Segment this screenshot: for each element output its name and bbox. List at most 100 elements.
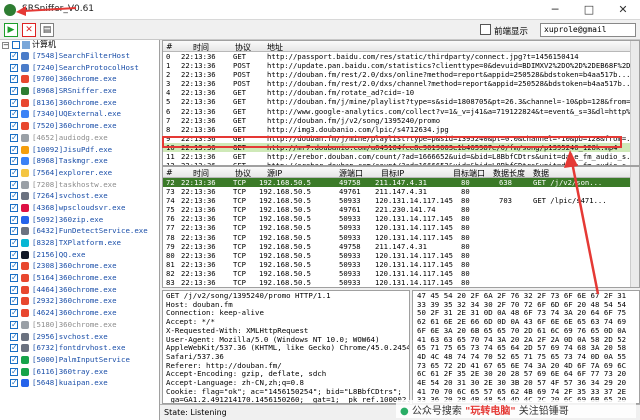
request-row[interactable]: 9 22:13:36 GET http://douban.fm/j/mine/play… (163, 134, 639, 143)
hex-view[interactable]: 47 45 54 20 2F 6A 2F 76 32 2F 73 6F 6E 6… (412, 290, 640, 404)
process-checkbox[interactable] (10, 120, 18, 132)
process-item[interactable]: [6732]fontdrvhost.exe (0, 342, 159, 354)
process-item[interactable]: [7564]explorer.exe (0, 167, 159, 179)
process-item[interactable]: [2932]360chrome.exe (0, 295, 159, 307)
packet-row[interactable]: 81 22:13:36 TCP 192.168.50.5 50933 120.131.14… (163, 260, 639, 269)
process-checkbox[interactable] (10, 73, 18, 85)
packet-row[interactable]: 75 22:13:36 TCP 192.168.50.5 49761 221.230.14… (163, 205, 639, 214)
process-checkbox[interactable] (10, 190, 18, 202)
process-checkbox[interactable] (10, 225, 18, 237)
request-detail-text[interactable]: GET /j/v2/song/1395240/promo HTTP/1.1 Ho… (163, 291, 409, 403)
process-checkbox[interactable] (10, 155, 18, 167)
hex-view-text[interactable]: 47 45 54 20 2F 6A 2F 76 32 2F 73 6F 6E 6… (413, 291, 639, 403)
minimize-button[interactable]: ─ (538, 0, 572, 20)
packet-row[interactable]: 80 22:13:36 TCP 192.168.50.5 50933 120.131.14… (163, 251, 639, 260)
packet-row[interactable]: 74 22:13:36 TCP 192.168.50.5 50933 120.131.14… (163, 196, 639, 205)
process-item[interactable]: [7208]taskhostw.exe (0, 179, 159, 190)
packet-row[interactable]: 77 22:13:36 TCP 192.168.50.5 50933 120.131.14… (163, 223, 639, 232)
col-index[interactable]: # (166, 42, 173, 51)
request-list-scrollbar[interactable] (630, 41, 639, 165)
process-checkbox[interactable] (10, 319, 18, 331)
process-item[interactable]: [7340]UQExternal.exe (0, 108, 159, 120)
stop-capture-button[interactable]: ✕ (22, 23, 36, 37)
process-checkbox[interactable] (10, 144, 18, 155)
packet-row[interactable]: 76 22:13:36 TCP 192.168.50.5 50933 120.131.14… (163, 214, 639, 223)
process-item[interactable]: [2308]360chrome.exe (0, 260, 159, 272)
front-display-checkbox[interactable] (480, 24, 491, 35)
process-item[interactable]: [8968]SRSniffer.exe (0, 85, 159, 97)
request-row[interactable]: 0 22:13:36 GET http://passport.baidu.com/re… (163, 52, 639, 61)
request-row[interactable]: 7 22:13:36 GET http://douban.fm/j/v2/song/1… (163, 116, 639, 125)
process-item[interactable]: [6116]360tray.exe (0, 366, 159, 377)
tree-root[interactable]: − 计算机 (0, 40, 159, 50)
request-row[interactable]: 11 22:13:36 GET http://erebor.douban.com/co… (163, 152, 639, 161)
process-item[interactable]: [9700]360chrome.exe (0, 73, 159, 85)
process-checkbox[interactable] (10, 342, 18, 354)
process-item[interactable]: [2956]svchost.exe (0, 331, 159, 342)
process-checkbox[interactable] (10, 284, 18, 295)
col-index[interactable]: # (166, 168, 173, 177)
packet-row[interactable]: 78 22:13:36 TCP 192.168.50.5 50933 120.131.14… (163, 233, 639, 242)
start-capture-button[interactable]: ▶ (4, 23, 18, 37)
process-checkbox[interactable] (10, 179, 18, 190)
process-item[interactable]: [5000]PalmInputService (0, 354, 159, 366)
process-checkbox[interactable] (10, 366, 18, 377)
collapse-icon[interactable]: − (2, 42, 9, 49)
process-item[interactable]: [5648]kuaipan.exe (0, 377, 159, 389)
packet-row[interactable]: 79 22:13:36 TCP 192.168.50.5 49758 211.147.4.… (163, 242, 639, 251)
process-item[interactable]: [4368]wpscloudsvr.exe (0, 202, 159, 214)
process-checkbox[interactable] (10, 97, 18, 108)
process-checkbox[interactable] (10, 202, 18, 214)
process-item[interactable]: [8328]TXPlatform.exe (0, 237, 159, 249)
packet-row[interactable]: 82 22:13:36 TCP 192.168.50.5 50933 120.131.14… (163, 269, 639, 278)
process-item[interactable]: [4652]audiodg.exe (0, 132, 159, 144)
user-field[interactable]: xuprole@gmail (540, 23, 636, 37)
request-row[interactable]: 10 22:13:36 GET http://mr7.doubanio.com/a04… (163, 142, 639, 153)
close-button[interactable]: ✕ (606, 0, 640, 20)
process-item[interactable]: [7264]svchost.exe (0, 190, 159, 202)
process-checkbox[interactable] (10, 214, 18, 225)
request-row[interactable]: 6 22:13:36 GET http://www.google-analytics.… (163, 107, 639, 116)
process-checkbox[interactable] (10, 85, 18, 97)
packet-list[interactable]: # 时间 协议 源IP 源端口 目标IP 目标端口 数据长度 数据 72 22:1… (162, 166, 640, 288)
root-checkbox[interactable] (12, 41, 20, 49)
request-row[interactable]: 5 22:13:36 GET http://douban.fm/j/mine/play… (163, 97, 639, 106)
clear-list-button[interactable]: ▤ (40, 23, 54, 37)
process-tree[interactable]: − 计算机 [7548]SearchFilterHost [7240]Search… (0, 40, 160, 420)
process-checkbox[interactable] (10, 132, 18, 144)
packet-row[interactable]: 83 22:13:36 TCP 192.168.50.5 50933 120.131.14… (163, 278, 639, 287)
maximize-button[interactable]: □ (572, 0, 606, 20)
process-item[interactable]: [4464]360chrome.exe (0, 284, 159, 295)
process-item[interactable]: [10092]JisuPdf.exe (0, 144, 159, 155)
process-checkbox[interactable] (10, 260, 18, 272)
process-item[interactable]: [6432]FunDetectService.exe (0, 225, 159, 237)
process-checkbox[interactable] (10, 295, 18, 307)
process-checkbox[interactable] (10, 62, 18, 73)
process-checkbox[interactable] (10, 167, 18, 179)
process-checkbox[interactable] (10, 237, 18, 249)
process-item[interactable]: [7240]SearchProtocolHost (0, 62, 159, 73)
request-row[interactable]: 1 22:13:36 POST http://update.pan.baidu.com… (163, 61, 639, 70)
process-item[interactable]: [2156]QQ.exe (0, 249, 159, 260)
request-row[interactable]: 4 22:13:36 GET http://douban.fm/rotate_ad?c… (163, 88, 639, 97)
process-item[interactable]: [5164]360chrome.exe (0, 272, 159, 284)
process-item[interactable]: [8136]360chrome.exe (0, 97, 159, 108)
process-item[interactable]: [8968]Taskmgr.exe (0, 155, 159, 167)
packet-row[interactable]: 72 22:13:36 TCP 192.168.50.5 49758 211.147.4.… (163, 178, 639, 188)
process-checkbox[interactable] (10, 377, 18, 389)
process-checkbox[interactable] (10, 307, 18, 319)
process-checkbox[interactable] (10, 272, 18, 284)
process-checkbox[interactable] (10, 50, 18, 62)
process-item[interactable]: [5092]360zip.exe (0, 214, 159, 225)
process-item[interactable]: [4624]360chrome.exe (0, 307, 159, 319)
packet-list-scrollbar[interactable] (630, 167, 639, 287)
process-item[interactable]: [7548]SearchFilterHost (0, 50, 159, 62)
process-item[interactable]: [5180]360chrome.exe (0, 319, 159, 331)
process-item[interactable]: [7520]360chrome.exe (0, 120, 159, 132)
request-row[interactable]: 3 22:13:36 POST http://douban.fm/rest/2.0/d… (163, 79, 639, 88)
request-row[interactable]: 8 22:13:36 GET http://img3.doubanio.com/lpi… (163, 125, 639, 134)
process-checkbox[interactable] (10, 249, 18, 260)
process-checkbox[interactable] (10, 331, 18, 342)
packet-row[interactable]: 73 22:13:36 TCP 192.168.50.5 49761 211.147.4.… (163, 187, 639, 196)
request-row[interactable]: 2 22:13:36 POST http://douban.fm/rest/2.0/d… (163, 70, 639, 79)
